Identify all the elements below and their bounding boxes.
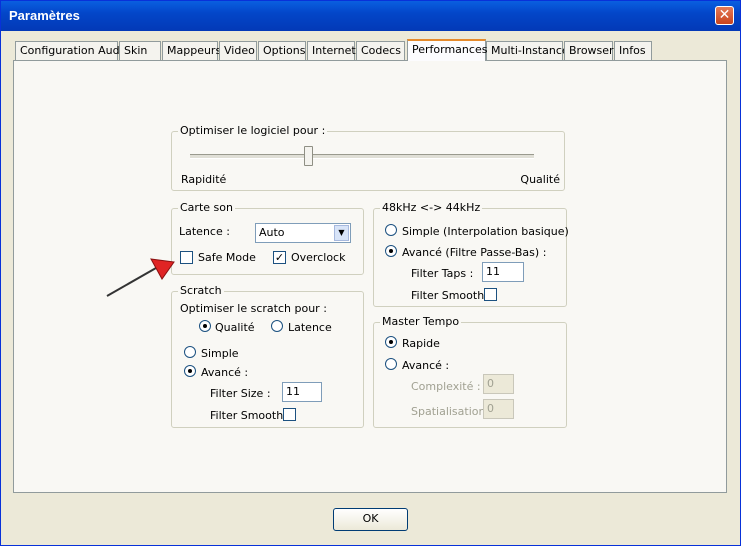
ok-button[interactable]: OK	[333, 508, 408, 531]
tab-infos[interactable]: Infos	[614, 41, 652, 60]
filter-taps-field[interactable]: 11	[482, 262, 524, 282]
master-tempo-fast-label: Rapide	[402, 337, 440, 350]
complexity-label: Complexité :	[411, 380, 481, 393]
tab-browser[interactable]: Browser	[564, 41, 614, 60]
red-arrow-annotation-icon	[106, 258, 175, 297]
resample-simple-label: Simple (Interpolation basique)	[402, 225, 569, 238]
master-tempo-advanced-radio[interactable]	[385, 358, 397, 370]
scratch-optimize-label: Optimiser le scratch pour :	[180, 302, 327, 315]
overclock-checkbox[interactable]: ✓	[273, 251, 286, 264]
scratch-advanced-radio[interactable]	[184, 365, 196, 377]
safe-mode-label: Safe Mode	[198, 251, 256, 264]
scratch-latency-radio[interactable]	[271, 320, 283, 332]
scratch-group: Scratch Optimiser le scratch pour : Qual…	[171, 284, 364, 428]
chevron-down-icon[interactable]: ▼	[334, 225, 349, 241]
tab-video[interactable]: Video	[219, 41, 257, 60]
scratch-legend: Scratch	[178, 284, 224, 297]
tab-performances[interactable]: Performances	[407, 39, 487, 61]
master-tempo-fast-radio[interactable]	[385, 336, 397, 348]
tab-options[interactable]: Options	[258, 41, 306, 60]
scratch-quality-radio[interactable]	[199, 320, 211, 332]
resample-group: 48kHz <-> 44kHz Simple (Interpolation ba…	[373, 201, 569, 307]
tab-multi-instance[interactable]: Multi-Instance	[486, 41, 569, 60]
scratch-advanced-label: Avancé :	[201, 366, 249, 379]
complexity-field: 0	[483, 374, 514, 394]
latency-select[interactable]: Auto ▼	[255, 223, 351, 243]
tab-mappeurs[interactable]: Mappeurs	[162, 41, 221, 60]
optimize-legend: Optimiser le logiciel pour :	[178, 124, 328, 137]
filter-size-field[interactable]: 11	[282, 382, 322, 402]
spatialisation-label: Spatialisation :	[411, 405, 493, 418]
tab-codecs[interactable]: Codecs	[356, 41, 405, 60]
resample-advanced-label: Avancé (Filtre Passe-Bas) :	[402, 246, 547, 259]
settings-window: Paramètres ✕ Configuration Audio Skin Ma…	[0, 0, 741, 546]
scratch-simple-radio[interactable]	[184, 346, 196, 358]
latency-value: Auto	[259, 226, 285, 239]
title-bar[interactable]: Paramètres ✕	[1, 1, 740, 31]
scratch-simple-label: Simple	[201, 347, 239, 360]
master-tempo-legend: Master Tempo	[380, 315, 462, 328]
resample-legend: 48kHz <-> 44kHz	[380, 201, 483, 214]
resample-advanced-radio[interactable]	[385, 245, 397, 257]
latency-label: Latence :	[179, 225, 230, 238]
tab-skin[interactable]: Skin	[119, 41, 161, 60]
window-title: Paramètres	[9, 8, 80, 23]
optimize-slider-track[interactable]	[190, 154, 534, 159]
tab-internet[interactable]: Internet	[307, 41, 356, 60]
spatialisation-field: 0	[483, 399, 514, 419]
overclock-label: Overclock	[291, 251, 346, 264]
optimize-slider-thumb[interactable]	[304, 146, 313, 166]
scratch-filter-smooth-checkbox[interactable]	[283, 408, 296, 421]
safe-mode-checkbox[interactable]	[180, 251, 193, 264]
resample-filter-smooth-label: Filter Smooth	[411, 289, 485, 302]
soundcard-group: Carte son Latence : Auto ▼ Safe Mode ✓ O…	[171, 201, 364, 275]
optimize-group: Optimiser le logiciel pour : Rapidité Qu…	[171, 124, 565, 191]
resample-filter-smooth-checkbox[interactable]	[484, 288, 497, 301]
scratch-latency-label: Latence	[288, 321, 332, 334]
filter-taps-label: Filter Taps :	[411, 267, 474, 280]
tab-configuration-audio[interactable]: Configuration Audio	[15, 41, 129, 60]
close-icon[interactable]: ✕	[715, 6, 734, 25]
master-tempo-group: Master Tempo Rapide Avancé : Complexité …	[373, 315, 567, 428]
resample-simple-radio[interactable]	[385, 224, 397, 236]
scratch-filter-smooth-label: Filter Smooth	[210, 409, 284, 422]
master-tempo-advanced-label: Avancé :	[402, 359, 450, 372]
soundcard-legend: Carte son	[178, 201, 235, 214]
optimize-right-label: Qualité	[520, 173, 560, 186]
filter-size-label: Filter Size :	[210, 387, 271, 400]
optimize-left-label: Rapidité	[181, 173, 227, 186]
scratch-quality-label: Qualité	[215, 321, 255, 334]
